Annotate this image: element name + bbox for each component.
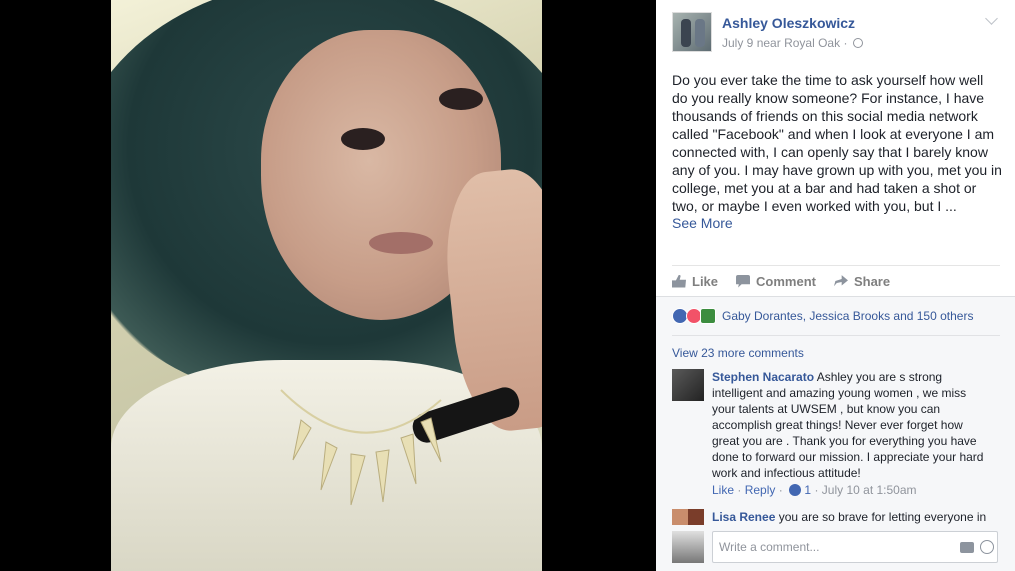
post-date[interactable]: July 9 [722, 36, 753, 50]
comment-item: Stephen Nacarato Ashley you are s strong… [672, 369, 992, 497]
share-icon [833, 275, 848, 287]
camera-icon[interactable] [960, 542, 974, 553]
photo-viewer [0, 0, 656, 571]
post-meta: July 9 near Royal Oak · [722, 36, 863, 50]
current-user-avatar [672, 531, 704, 563]
comment-body: Lisa Renee you are so brave for letting … [712, 509, 990, 525]
photo-lips [369, 232, 433, 254]
see-more-link[interactable]: See More [672, 215, 733, 231]
post-panel: Ashley Oleszkowicz July 9 near Royal Oak… [656, 0, 1015, 571]
photo-eye-left [341, 128, 385, 150]
post-location[interactable]: Royal Oak [784, 36, 840, 50]
post-text: Do you ever take the time to ask yoursel… [672, 72, 1002, 214]
divider [672, 265, 1000, 266]
comment-item: Lisa Renee you are so brave for letting … [672, 509, 992, 527]
photo-eye-right [439, 88, 483, 110]
reaction-names[interactable]: Gaby Dorantes, Jessica Brooks and 150 ot… [722, 309, 973, 323]
view-more-comments-link[interactable]: View 23 more comments [672, 346, 804, 360]
comment-footer: Like · Reply · 1 · July 10 at 1:50am [712, 483, 917, 497]
post-near: near [756, 36, 781, 50]
emoji-icon[interactable] [980, 540, 994, 554]
share-button[interactable]: Share [833, 272, 891, 290]
comment-like-count[interactable]: 1 [804, 483, 811, 497]
comment-button[interactable]: Comment [736, 272, 816, 290]
post-photo[interactable] [111, 0, 542, 571]
photo-necklace [280, 389, 442, 506]
write-comment-box [672, 529, 1000, 563]
post-actions: Like Comment Share [672, 272, 890, 290]
globe-icon[interactable] [852, 38, 863, 48]
comment-icon [736, 274, 751, 288]
comments-area: Gaby Dorantes, Jessica Brooks and 150 ot… [656, 296, 1015, 571]
comment-reply-link[interactable]: Reply [745, 483, 776, 497]
like-count-icon [789, 484, 802, 496]
commenter-avatar[interactable] [672, 509, 704, 525]
comment-body: Stephen Nacarato Ashley you are s strong… [712, 369, 990, 481]
divider [672, 335, 1000, 336]
comment-label: Comment [756, 273, 816, 289]
comment-text: Ashley you are s strong intelligent and … [712, 370, 984, 480]
comment-time[interactable]: July 10 at 1:50am [822, 483, 917, 497]
like-label: Like [692, 273, 719, 289]
commenter-name[interactable]: Stephen Nacarato [712, 370, 814, 384]
commenter-avatar[interactable] [672, 369, 704, 401]
post-header: Ashley Oleszkowicz July 9 near Royal Oak… [672, 12, 1002, 54]
author-name[interactable]: Ashley Oleszkowicz [722, 15, 855, 31]
thumbs-up-icon [672, 274, 686, 288]
comment-text: you are so brave for letting everyone in [778, 510, 987, 524]
share-label: Share [853, 273, 891, 289]
comment-like-link[interactable]: Like [712, 483, 734, 497]
special-reaction-icon [700, 308, 716, 324]
commenter-name[interactable]: Lisa Renee [712, 510, 775, 524]
comment-input[interactable] [712, 531, 998, 563]
chevron-down-icon[interactable] [985, 12, 998, 25]
like-button[interactable]: Like [672, 272, 718, 290]
reactions-summary[interactable]: Gaby Dorantes, Jessica Brooks and 150 ot… [672, 308, 973, 324]
meta-separator: · [843, 36, 848, 50]
author-avatar[interactable] [672, 12, 712, 52]
